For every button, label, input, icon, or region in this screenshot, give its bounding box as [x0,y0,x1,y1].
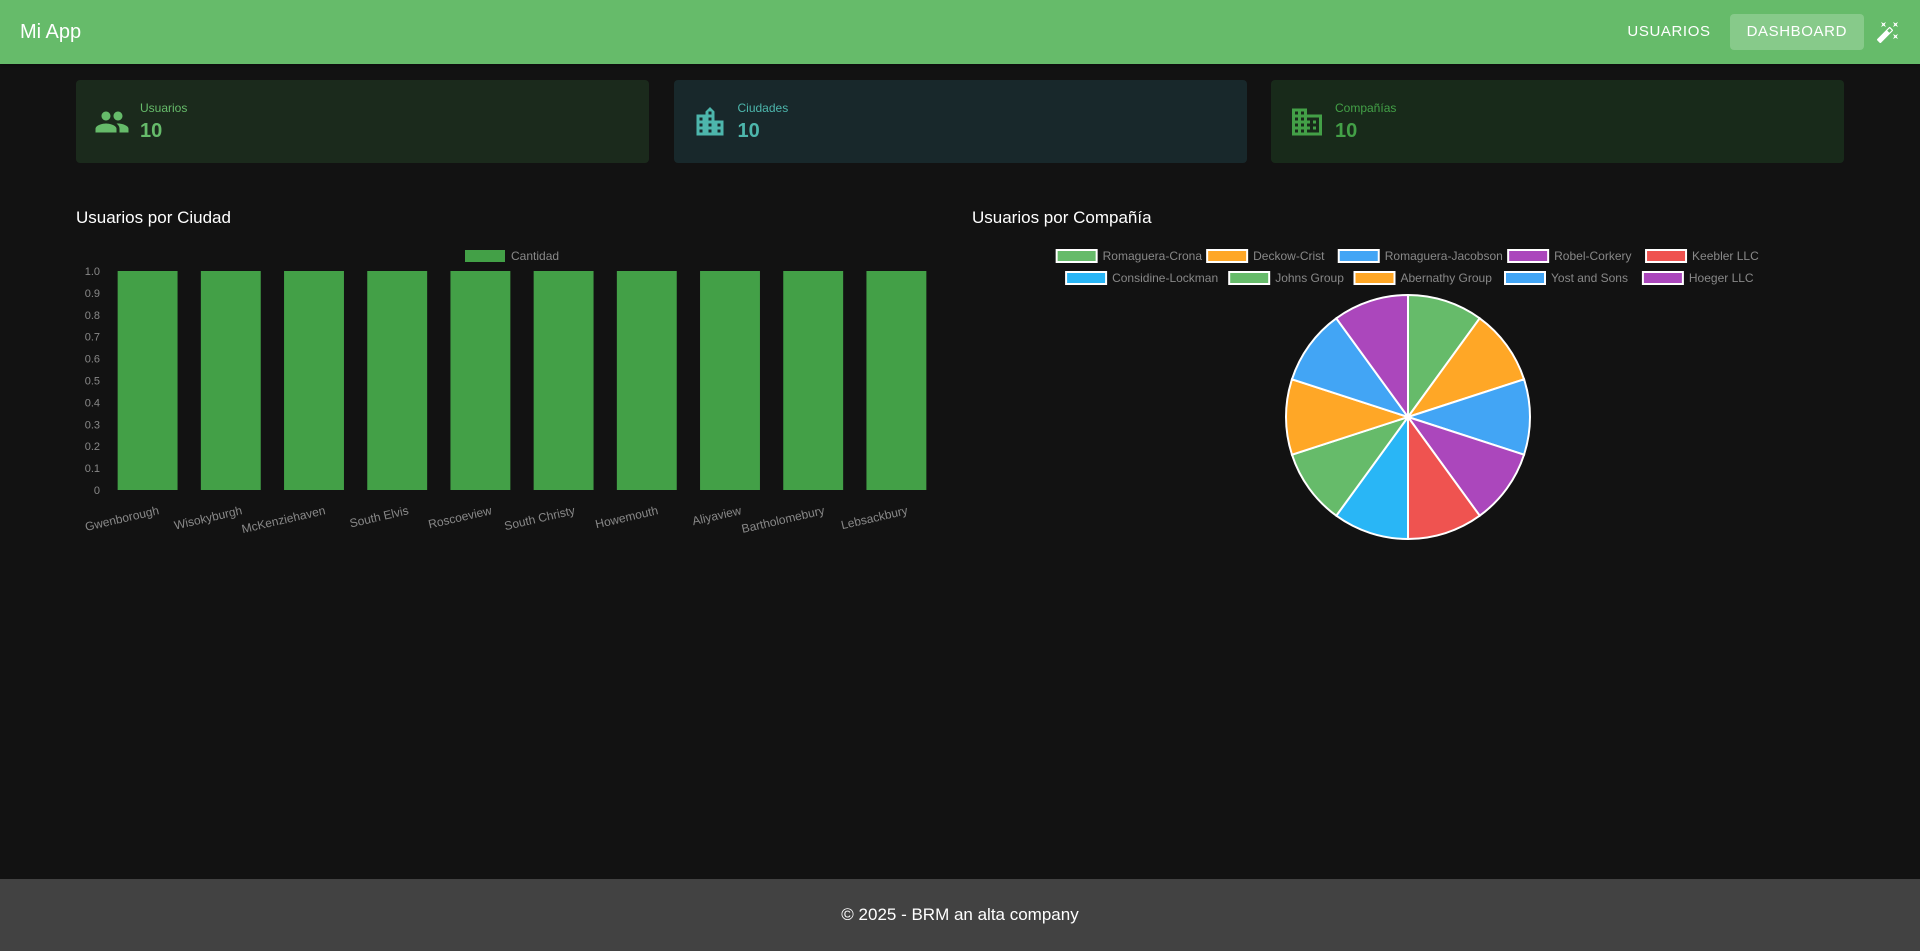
legend-label: Romaguera-Crona [1103,249,1203,263]
legend-swatch [1507,249,1550,263]
legend-swatch [1206,249,1249,263]
legend-swatch [1353,271,1396,285]
y-tick-label: 0.1 [85,463,100,475]
app-bar: Mi App USUARIOS DASHBOARD [0,0,1920,64]
card-companias: Compañías 10 [1271,80,1844,163]
bar [117,271,178,490]
city-icon [696,106,723,135]
footer-text: © 2025 - BRM an alta company [841,905,1079,924]
y-tick-label: 0.8 [85,310,100,322]
y-tick-label: 0.2 [85,441,100,453]
legend-label: Robel-Corkery [1554,249,1631,263]
y-tick-label: 0 [94,485,100,497]
app-title: Mi App [20,20,82,43]
y-tick-label: 0.3 [85,419,100,431]
footer: © 2025 - BRM an alta company [0,879,1920,951]
x-tick-label: Gwenborough [84,503,161,534]
legend-label: Considine-Lockman [1112,271,1218,285]
y-tick-label: 0.5 [85,376,100,388]
card-value: 10 [1335,119,1358,142]
bar-chart-title: Usuarios por Ciudad [76,208,231,227]
bar [866,271,927,490]
legend-label: Yost and Sons [1551,271,1628,285]
legend-swatch [1065,271,1108,285]
x-tick-label: McKenziehaven [240,503,326,536]
legend-swatch [1641,271,1684,285]
y-tick-label: 0.9 [85,288,100,300]
legend-swatch [1055,249,1098,263]
theme-toggle-icon[interactable] [1876,20,1900,44]
people-icon [95,111,129,132]
card-label: Ciudades [737,100,789,115]
legend-swatch [465,250,505,262]
card-ciudades: Ciudades 10 [673,80,1247,163]
legend-swatch [1337,249,1380,263]
bar [284,271,344,490]
bar [616,271,677,490]
legend-label: Hoeger LLC [1689,271,1754,285]
card-usuarios: Usuarios 10 [76,80,649,163]
bar [783,271,844,490]
x-tick-label: South Christy [503,503,576,533]
x-tick-label: Howemouth [594,503,660,531]
summary-cards: Usuarios 10 Ciudades 10 Compañías 10 [76,80,1844,163]
legend-label: Cantidad [511,249,559,263]
legend-label: Deckow-Crist [1253,249,1325,263]
legend-swatch [1504,271,1546,285]
bar [533,271,594,490]
pie-chart: Romaguera-Crona Deckow-Crist Romaguera-Jac… [1055,249,1759,541]
legend-label: Abernathy Group [1401,271,1493,285]
x-tick-label: Aliyaview [691,503,743,528]
card-label: Compañías [1335,100,1397,115]
card-label: Usuarios [140,100,188,115]
legend-label: Johns Group [1275,271,1344,285]
pie-chart-title: Usuarios por Compañía [972,208,1152,227]
bar [367,271,428,490]
legend-label: Keebler LLC [1692,249,1759,263]
nav-dashboard-button[interactable]: DASHBOARD [1729,14,1864,50]
business-icon [1292,108,1322,135]
card-value: 10 [140,119,163,142]
bar [700,271,760,490]
y-tick-label: 0.6 [85,354,100,366]
y-tick-label: 0.7 [85,332,100,344]
legend-swatch [1228,271,1271,285]
nav-usuarios-button[interactable]: USUARIOS [1610,14,1727,50]
x-tick-label: Lebsackbury [840,503,909,532]
y-tick-label: 0.4 [85,397,100,409]
card-value: 10 [737,119,760,142]
x-tick-label: South Elvis [348,503,410,530]
x-tick-label: Roscoeview [427,503,494,531]
bar-chart: Cantidad 0 0.1 0.2 0.3 0.4 0.5 0.6 0.7 0.8 0.9 1.0 G… [84,249,927,536]
bar [200,271,261,490]
legend-label: Romaguera-Jacobson [1385,249,1503,263]
legend-swatch [1645,249,1688,263]
y-tick-label: 1.0 [85,266,100,278]
x-tick-label: Wisokyburgh [173,503,244,532]
x-tick-label: Bartholomebury [740,503,826,536]
bar [450,271,511,490]
